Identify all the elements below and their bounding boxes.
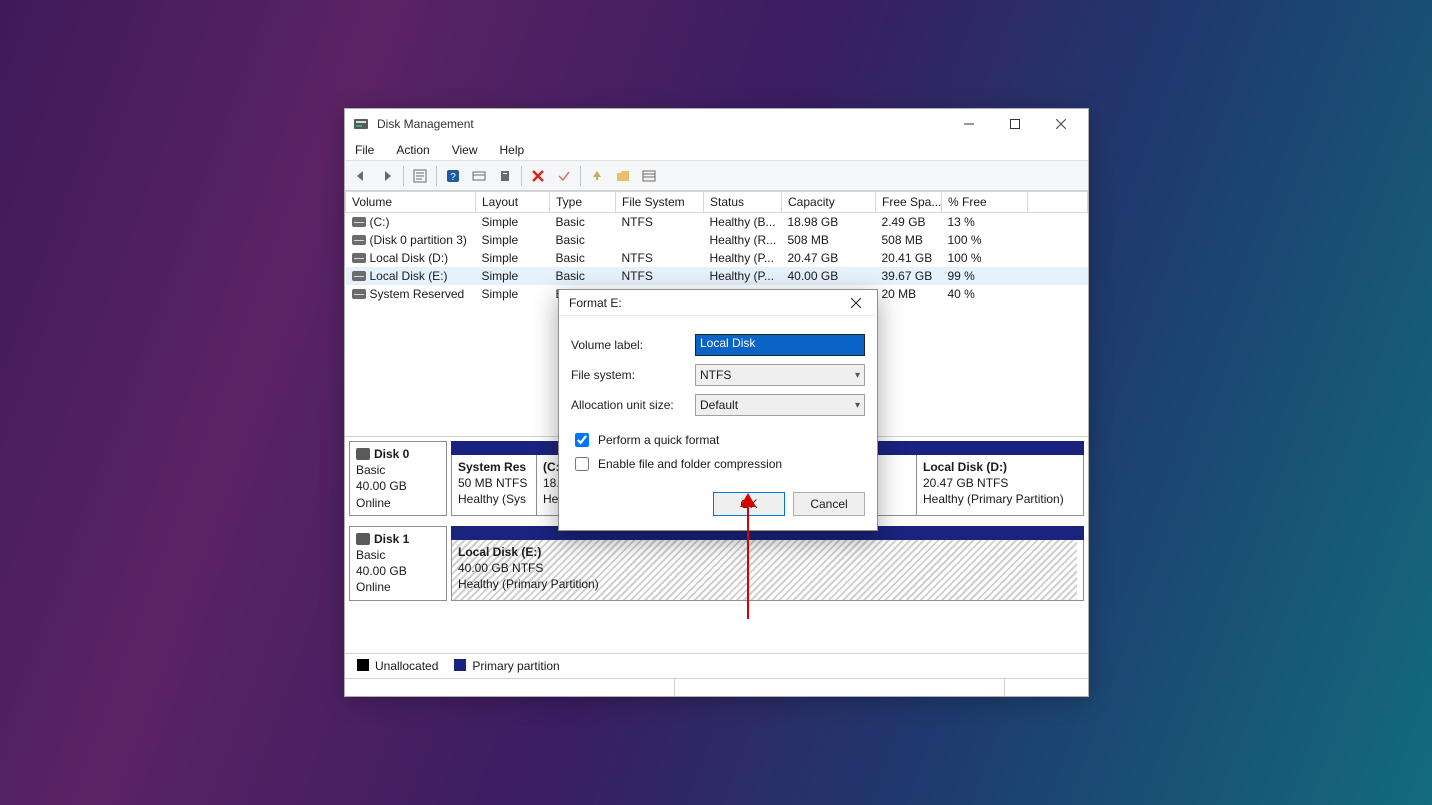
cancel-button[interactable]: Cancel xyxy=(793,492,865,516)
dialog-close-button[interactable] xyxy=(841,290,871,316)
menu-action[interactable]: Action xyxy=(392,141,433,159)
volume-label-input[interactable]: Local Disk xyxy=(695,334,865,356)
delete-button[interactable] xyxy=(526,164,550,188)
filesystem-label: File system: xyxy=(571,368,695,382)
legend-unallocated: Unallocated xyxy=(375,659,438,673)
partition[interactable]: Local Disk (E:)40.00 GB NTFSHealthy (Pri… xyxy=(452,540,1077,600)
table-row[interactable]: (C:)SimpleBasicNTFSHealthy (B...18.98 GB… xyxy=(346,213,1088,232)
check-button[interactable] xyxy=(552,164,576,188)
partition[interactable]: Local Disk (D:)20.47 GB NTFSHealthy (Pri… xyxy=(917,455,1077,515)
drive-icon xyxy=(352,235,366,245)
rescan-button[interactable] xyxy=(493,164,517,188)
table-row[interactable]: (Disk 0 partition 3)SimpleBasicHealthy (… xyxy=(346,231,1088,249)
disk-info[interactable]: Disk 1Basic40.00 GBOnline xyxy=(349,526,447,601)
list-button[interactable] xyxy=(637,164,661,188)
col-percent[interactable]: % Free xyxy=(942,192,1028,213)
close-button[interactable] xyxy=(1038,109,1084,139)
quick-format-checkbox[interactable] xyxy=(575,433,589,447)
refresh-button[interactable] xyxy=(467,164,491,188)
menubar: File Action View Help xyxy=(345,139,1088,161)
menu-view[interactable]: View xyxy=(448,141,482,159)
dialog-titlebar: Format E: xyxy=(559,290,877,316)
minimize-button[interactable] xyxy=(946,109,992,139)
legend-primary: Primary partition xyxy=(472,659,559,673)
col-layout[interactable]: Layout xyxy=(476,192,550,213)
format-dialog: Format E: Volume label: Local Disk File … xyxy=(558,289,878,531)
drive-icon xyxy=(352,289,366,299)
disk-icon xyxy=(356,533,370,545)
disk-management-window: Disk Management File Action View Help ? xyxy=(344,108,1089,697)
filesystem-select[interactable]: NTFS▾ xyxy=(695,364,865,386)
properties-button[interactable] xyxy=(408,164,432,188)
disk-info[interactable]: Disk 0Basic40.00 GBOnline xyxy=(349,441,447,516)
disk-row: Disk 1Basic40.00 GBOnlineLocal Disk (E:)… xyxy=(349,526,1084,601)
table-row[interactable]: Local Disk (E:)SimpleBasicNTFSHealthy (P… xyxy=(346,267,1088,285)
col-status[interactable]: Status xyxy=(704,192,782,213)
folder-button[interactable] xyxy=(611,164,635,188)
toolbar: ? xyxy=(345,161,1088,191)
chevron-down-icon: ▾ xyxy=(855,400,860,411)
partition[interactable]: System Res50 MB NTFSHealthy (Sys xyxy=(452,455,537,515)
dialog-title: Format E: xyxy=(569,296,841,310)
menu-file[interactable]: File xyxy=(351,141,378,159)
volume-label-label: Volume label: xyxy=(571,338,695,352)
annotation-arrow xyxy=(747,505,749,619)
compression-checkbox[interactable] xyxy=(575,457,589,471)
titlebar: Disk Management xyxy=(345,109,1088,139)
col-volume[interactable]: Volume xyxy=(346,192,476,213)
drive-icon xyxy=(352,271,366,281)
forward-button[interactable] xyxy=(375,164,399,188)
svg-text:?: ? xyxy=(450,172,456,183)
col-free[interactable]: Free Spa... xyxy=(876,192,942,213)
disk-icon xyxy=(356,448,370,460)
col-capacity[interactable]: Capacity xyxy=(782,192,876,213)
col-type[interactable]: Type xyxy=(550,192,616,213)
help-button[interactable]: ? xyxy=(441,164,465,188)
legend: Unallocated Primary partition xyxy=(345,654,1088,678)
col-fs[interactable]: File System xyxy=(616,192,704,213)
up-button[interactable] xyxy=(585,164,609,188)
statusbar xyxy=(345,678,1088,696)
allocation-label: Allocation unit size: xyxy=(571,398,695,412)
window-title: Disk Management xyxy=(377,117,946,131)
drive-icon xyxy=(352,217,366,227)
chevron-down-icon: ▾ xyxy=(855,370,860,381)
back-button[interactable] xyxy=(349,164,373,188)
table-row[interactable]: Local Disk (D:)SimpleBasicNTFSHealthy (P… xyxy=(346,249,1088,267)
drive-icon xyxy=(352,253,366,263)
maximize-button[interactable] xyxy=(992,109,1038,139)
app-icon xyxy=(353,116,369,132)
allocation-select[interactable]: Default▾ xyxy=(695,394,865,416)
menu-help[interactable]: Help xyxy=(496,141,529,159)
quick-format-label: Perform a quick format xyxy=(598,433,719,447)
compression-label: Enable file and folder compression xyxy=(598,457,782,471)
